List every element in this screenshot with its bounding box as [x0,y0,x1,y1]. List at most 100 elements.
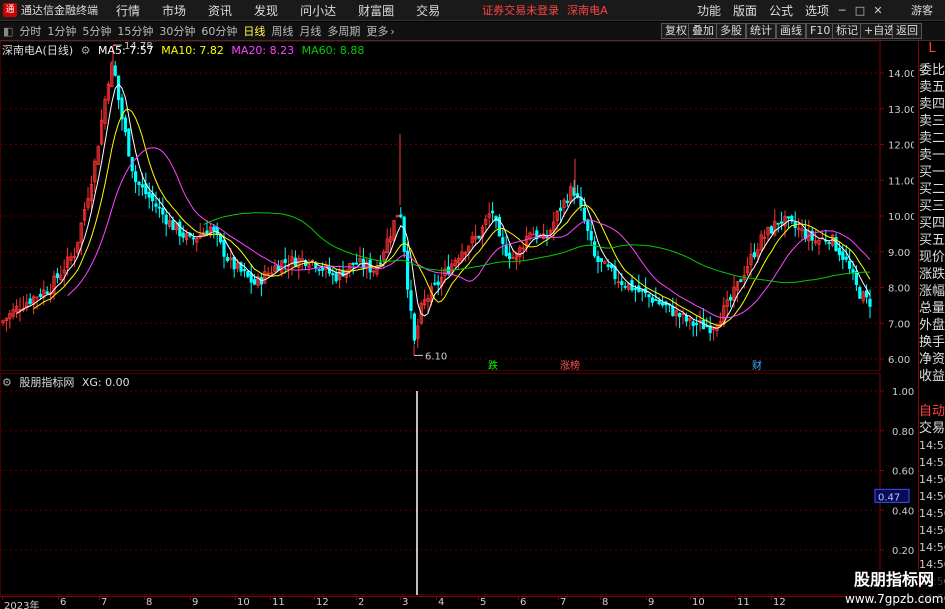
period-daily[interactable]: 日线 [243,23,265,39]
guest-label[interactable]: 游客 [911,2,933,18]
candle-body [246,271,250,277]
watermark: 股朋指标网 www.7gpzb.com [845,569,943,609]
candle-body [412,313,417,341]
ma20-label: MA20: 8.23 [231,44,295,57]
date-label: 6 [60,597,67,608]
date-label: 8 [146,597,153,608]
indicator-chart[interactable]: 1.00 0.80 0.60 0.40 0.20 0.47 ⚙ 股朋指标网 XG: 0.0… [0,372,914,596]
date-tick [190,597,191,600]
low-price-label: 6.10 [425,351,447,362]
menu-quotes[interactable]: 行情 [116,2,140,19]
indicator-y-label: 1.00 [892,387,914,398]
candle-body [501,237,505,245]
period-15min[interactable]: 15分钟 [117,23,153,39]
period-intraday[interactable]: 分时 [19,23,41,39]
main-chart-header: 深南电A(日线) ⚙ MA5: 7.57 MA10: 7.82 MA20: 8.… [2,42,368,58]
menu-layout[interactable]: 版面 [733,2,757,19]
adjust-button[interactable]: 复权 [661,23,691,39]
panel-item-2: 卖四 [919,97,945,112]
menu-news[interactable]: 资讯 [208,2,232,19]
tick-time-3: 14:56 [919,490,945,503]
menu-market[interactable]: 市场 [162,2,186,19]
draw-line-button[interactable]: 画线 [776,23,806,39]
indicator-frame [0,372,881,596]
back-button[interactable]: 返回 [892,23,922,39]
panel-item-7: 买二 [919,182,945,197]
period-5min[interactable]: 5分钟 [82,23,111,39]
period-1min[interactable]: 1分钟 [47,23,76,39]
period-more[interactable]: 更多 [366,23,388,39]
panel-item-0: 委比 [919,63,945,78]
close-icon[interactable]: ✕ [869,0,887,21]
candle-body [368,259,372,273]
y-tick-label: 14.00 [888,69,914,80]
watermark-title: 股朋指标网 [853,570,934,589]
menu-trade[interactable]: 交易 [416,2,440,19]
candle-body [402,216,406,252]
panel-item-1: 卖五 [919,80,945,95]
panel-top-label[interactable]: L [919,41,945,62]
candle-body [249,272,253,283]
candle-body [684,315,689,322]
date-label: 9 [192,597,199,608]
candle-body [780,221,784,224]
panel-item-9: 买四 [919,216,945,231]
period-weekly[interactable]: 周线 [271,23,293,39]
candle-body [181,232,185,238]
panel-item-11: 现价 [919,250,945,265]
menu-formula[interactable]: 公式 [769,2,793,19]
candle-body [868,298,872,307]
period-30min[interactable]: 30分钟 [159,23,195,39]
period-multi[interactable]: 多周期 [327,23,360,39]
indicator-settings-icon[interactable]: ⚙ [2,376,12,389]
date-tick [436,597,437,600]
candle-body [837,247,842,256]
panel-item-15: 外盘 [919,318,945,333]
candle-body [283,259,287,264]
indicator-y-label: 0.40 [892,506,914,517]
candle-body [661,302,665,306]
panel-item-16: 换手 [919,335,945,350]
panel-item-20[interactable]: 交易 [919,420,945,437]
date-label: 4 [438,597,445,608]
maximize-icon[interactable]: □ [851,0,869,21]
tick-time-4: 14:56 [919,507,945,520]
quote-side-panel: L 委比 卖五 卖四 卖三 卖二 卖一 买一 买二 买三 买四 买五 现价 涨跌 涨幅 总量 外盘 换手 净资 收益… [918,41,945,609]
date-label: 7 [560,597,567,608]
f10-button[interactable]: F10 [806,23,835,39]
menu-wealth[interactable]: 财富圈 [358,2,394,19]
panel-item-19[interactable]: 自动 [919,403,945,420]
minimize-icon[interactable]: ─ [833,0,851,21]
panel-item-12: 涨跌 [919,267,945,282]
menu-discover[interactable]: 发现 [254,2,278,19]
mark-button[interactable]: 标记 [832,23,862,39]
candle-body [127,128,131,157]
candle-body [178,221,182,237]
overlay-button[interactable]: 叠加 [688,23,718,39]
date-tick [771,597,772,600]
menu-ask[interactable]: 问小达 [300,2,336,19]
statistics-button[interactable]: 统计 [746,23,776,39]
menu-function[interactable]: 功能 [697,2,721,19]
period-60min[interactable]: 60分钟 [201,23,237,39]
settings-icon[interactable]: ⚙ [81,44,91,57]
tick-time-0: 14:55 [919,439,945,452]
date-label: 3 [402,597,409,608]
candle-body [113,65,117,76]
app-logo-icon: 通 [3,3,17,17]
multi-stock-button[interactable]: 多股 [716,23,746,39]
trade-status: 证券交易未登录 [482,4,560,17]
candle-body [320,267,325,271]
candle-body [222,239,226,257]
more-arrow-icon[interactable]: › [390,25,394,38]
tick-time-6: 14:56 [919,541,945,554]
toolbar-collapse-icon[interactable]: ◧ [3,25,13,38]
candle-body [232,256,236,270]
main-kline-chart[interactable]: 14.00 13.00 12.00 11.00 10.00 9.00 8.00 7.00 6.0… [0,40,917,372]
period-monthly[interactable]: 月线 [299,23,321,39]
candle-body [157,206,161,209]
y-tick-label: 10.00 [888,212,914,223]
date-tick [690,597,691,600]
candle-body [589,230,593,241]
menu-options[interactable]: 选项 [805,2,829,19]
